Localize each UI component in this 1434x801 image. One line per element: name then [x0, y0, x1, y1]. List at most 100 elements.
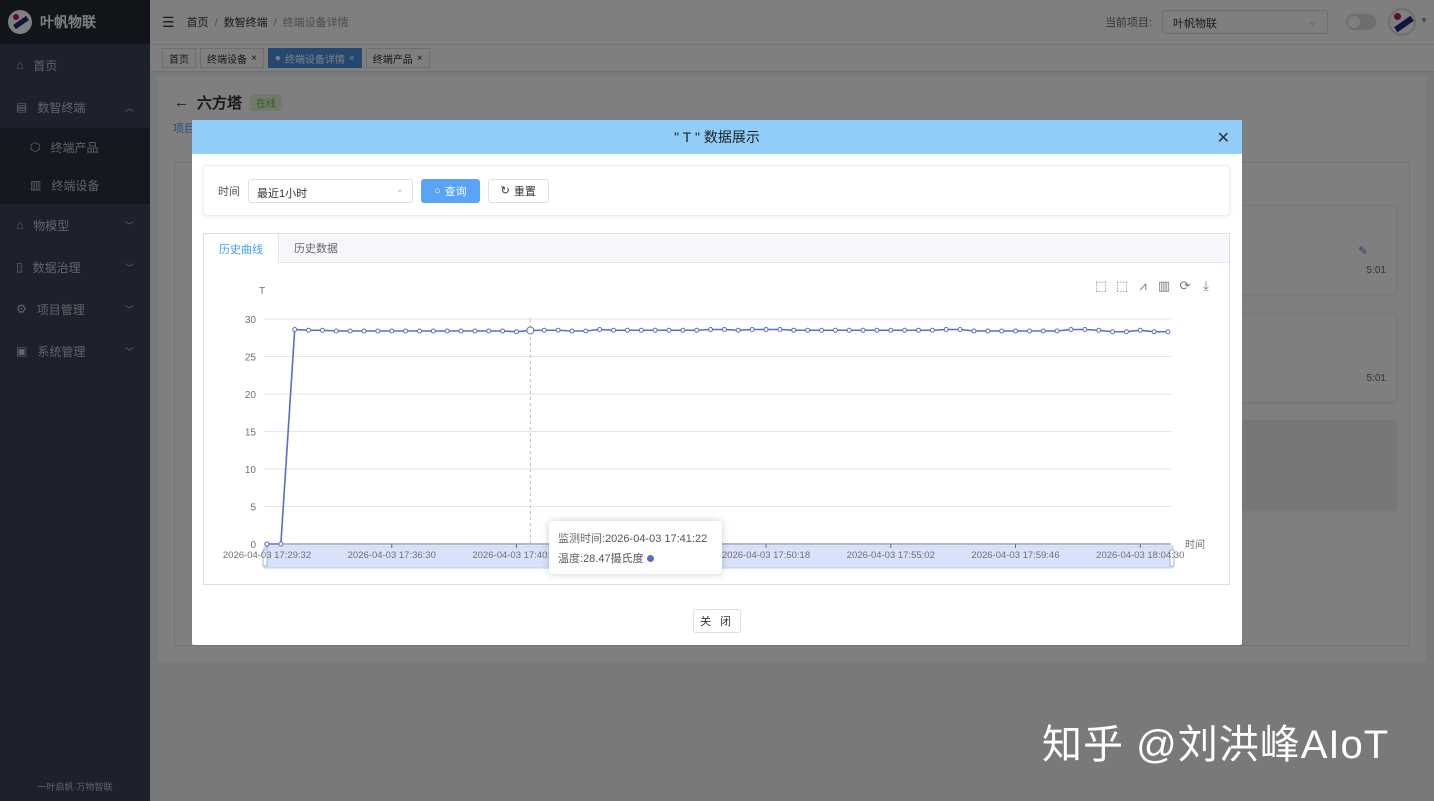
label: 关 闭 — [699, 616, 735, 628]
data-point — [1082, 327, 1088, 332]
data-point — [347, 328, 353, 334]
data-point — [458, 328, 464, 334]
label: 重置 — [513, 185, 536, 198]
y-tick-label: 30 — [245, 315, 257, 326]
data-point — [361, 328, 367, 334]
data-point — [943, 327, 949, 332]
line-chart-icon: ⩘ — [1139, 278, 1146, 293]
data-point — [624, 327, 630, 333]
data-point — [541, 327, 547, 333]
data-point — [874, 327, 880, 333]
search-icon: ○ — [434, 184, 441, 197]
series-line — [267, 328, 1168, 545]
data-point — [1110, 329, 1116, 335]
data-point — [526, 326, 535, 335]
y-tick-label: 5 — [250, 503, 256, 514]
modal-title: " T " 数据展示 — [674, 129, 760, 145]
reset-button[interactable]: ↻ 重置 — [487, 178, 549, 203]
history-tabs: 历史曲线 历史数据 0 5 10 15 20 25 30 T 时间 2026-04-03 17:2… — [203, 233, 1230, 585]
data-point — [791, 327, 797, 333]
y-tick-label: 25 — [245, 353, 257, 364]
x-tick-label: 2026-04-03 17:50:18 — [722, 550, 810, 561]
data-point — [957, 327, 963, 332]
data-point — [818, 327, 824, 333]
data-point — [777, 327, 783, 332]
chart-tooltip: 监测时间:2026-04-03 17:41:22 温度:28.47摄氏度 — [549, 521, 722, 574]
zoom-reset-icon: ⬚ — [1116, 278, 1128, 293]
data-point — [306, 327, 312, 333]
data-point — [375, 328, 381, 334]
data-point — [832, 327, 838, 333]
tooltip-time-label: 监测时间: — [558, 533, 606, 545]
data-point — [763, 327, 769, 332]
x-tick-label: 2026-04-03 18:04:30 — [1096, 550, 1184, 561]
y-tick-label: 10 — [245, 465, 257, 476]
data-point — [597, 327, 603, 332]
data-point — [1026, 328, 1032, 334]
data-point — [694, 327, 700, 333]
data-point — [915, 327, 921, 333]
close-icon[interactable]: ✕ — [1217, 128, 1230, 148]
data-point — [264, 541, 270, 547]
data-point — [583, 328, 589, 334]
data-point — [860, 327, 866, 333]
data-point — [999, 328, 1005, 334]
data-point — [680, 327, 686, 333]
data-point — [319, 327, 325, 333]
data-point — [652, 327, 658, 333]
data-point — [1165, 329, 1171, 335]
data-point — [846, 327, 852, 333]
data-point — [333, 328, 339, 334]
download-icon: ⤓ — [1203, 278, 1209, 293]
data-point — [666, 327, 672, 333]
data-point — [1096, 327, 1102, 333]
data-point — [1151, 329, 1157, 335]
data-point — [735, 327, 741, 333]
data-point — [278, 541, 284, 547]
data-point — [555, 327, 561, 333]
data-point — [708, 327, 714, 332]
data-point — [888, 327, 894, 333]
data-point — [611, 327, 617, 333]
data-point — [1013, 328, 1019, 334]
data-point — [929, 327, 935, 333]
data-point — [805, 327, 811, 333]
data-point — [1137, 327, 1143, 333]
close-button[interactable]: 关 闭 — [693, 609, 741, 633]
zoom-icon: ⬚ — [1095, 278, 1107, 293]
bar-chart-icon: ▥ — [1158, 278, 1170, 293]
data-point — [638, 327, 644, 333]
data-point — [1054, 328, 1060, 334]
data-point — [749, 327, 755, 332]
x-axis-label: 时间 — [1185, 538, 1205, 551]
x-tick-label: 2026-04-03 17:29:32 — [223, 550, 311, 561]
data-point — [472, 328, 478, 334]
watermark: 知乎 @刘洪峰AIoT — [1042, 723, 1390, 767]
x-tick-label: 2026-04-03 17:36:30 — [348, 550, 436, 561]
tooltip-value: 28.47摄氏度 — [583, 553, 644, 565]
time-range-select[interactable]: 最近1小时 ⌄ — [248, 178, 413, 203]
series-dot-icon — [646, 555, 654, 562]
data-point — [486, 328, 492, 334]
data-point — [292, 327, 298, 332]
data-point — [403, 328, 409, 334]
x-tick-label: 2026-04-03 17:55:02 — [847, 550, 935, 561]
data-point — [389, 328, 395, 334]
chevron-down-icon: ⌄ — [395, 183, 404, 195]
time-range-value: 最近1小时 — [257, 187, 308, 200]
time-label: 时间 — [218, 185, 240, 198]
data-point — [430, 328, 436, 334]
data-point — [500, 328, 506, 334]
modal-header: " T " 数据展示 ✕ — [192, 120, 1242, 154]
data-point — [569, 328, 575, 334]
data-point — [971, 328, 977, 334]
data-point — [902, 327, 908, 333]
data-point — [1040, 328, 1046, 334]
y-axis-label: T — [259, 286, 265, 297]
data-point — [444, 328, 450, 334]
query-button[interactable]: ○ 查询 — [421, 178, 480, 203]
y-tick-label: 15 — [245, 428, 257, 439]
data-point — [416, 328, 422, 334]
data-point — [721, 327, 727, 332]
tooltip-value-label: 温度: — [558, 553, 584, 565]
